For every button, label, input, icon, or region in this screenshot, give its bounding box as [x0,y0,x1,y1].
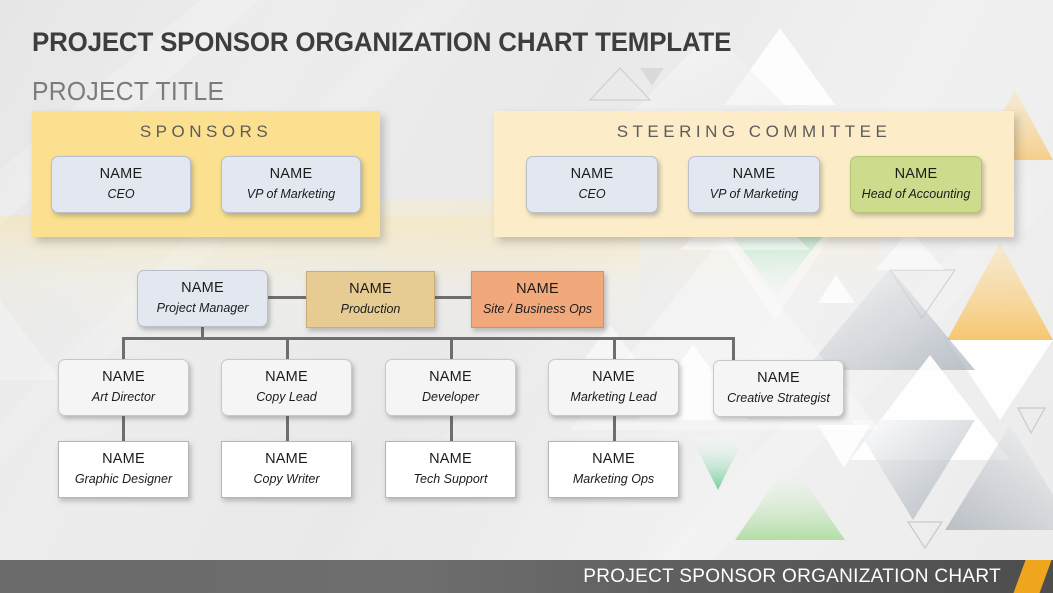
node-role: Creative Strategist [727,390,830,405]
node-copy-lead[interactable]: NAME Copy Lead [221,359,352,416]
node-marketing-ops[interactable]: NAME Marketing Ops [548,441,679,498]
org-chart: NAME Project Manager NAME Production NAM… [0,0,1053,593]
node-production[interactable]: NAME Production [306,271,435,328]
node-graphic-designer[interactable]: NAME Graphic Designer [58,441,189,498]
node-name: NAME [265,369,308,385]
connector-drop-copy-lead [286,337,289,359]
node-role: Project Manager [156,300,249,315]
node-developer[interactable]: NAME Developer [385,359,516,416]
node-role: Graphic Designer [74,471,173,486]
node-role: Developer [422,389,479,404]
connector-production-to-siteops [434,296,472,299]
node-name: NAME [429,451,472,467]
node-name: NAME [265,451,308,467]
node-name: NAME [592,451,635,467]
node-name: NAME [349,281,392,297]
node-name: NAME [592,369,635,385]
node-name: NAME [516,281,559,297]
connector-drop-developer [450,337,453,359]
node-name: NAME [102,451,145,467]
slide-canvas: PROJECT SPONSOR ORGANIZATION CHART TEMPL… [0,0,1053,593]
node-art-director[interactable]: NAME Art Director [58,359,189,416]
node-name: NAME [102,369,145,385]
connector-drop-marketing-lead [613,337,616,359]
node-role: Art Director [91,389,156,404]
node-creative-strategist[interactable]: NAME Creative Strategist [713,360,844,417]
node-role: Production [340,301,401,316]
node-role: Copy Writer [253,471,320,486]
footer-bar: PROJECT SPONSOR ORGANIZATION CHART [0,560,1053,593]
node-marketing-lead[interactable]: NAME Marketing Lead [548,359,679,416]
node-role: Marketing Lead [570,389,657,404]
footer-label: PROJECT SPONSOR ORGANIZATION CHART [583,566,1001,587]
node-name: NAME [429,369,472,385]
footer-accent-stripe [1009,560,1053,593]
node-role: Marketing Ops [572,471,655,486]
connector-drop-creative-strategist [732,337,735,360]
node-role: Site / Business Ops [482,301,593,316]
connector-drop-art-director [122,337,125,359]
node-tech-support[interactable]: NAME Tech Support [385,441,516,498]
node-site-business-ops[interactable]: NAME Site / Business Ops [471,271,604,328]
connector-pm-to-production [268,296,308,299]
node-project-manager[interactable]: NAME Project Manager [137,270,268,327]
node-name: NAME [757,370,800,386]
node-role: Copy Lead [256,389,317,404]
node-role: Tech Support [413,471,488,486]
connector-department-bus [122,337,735,340]
node-copy-writer[interactable]: NAME Copy Writer [221,441,352,498]
node-name: NAME [181,280,224,296]
